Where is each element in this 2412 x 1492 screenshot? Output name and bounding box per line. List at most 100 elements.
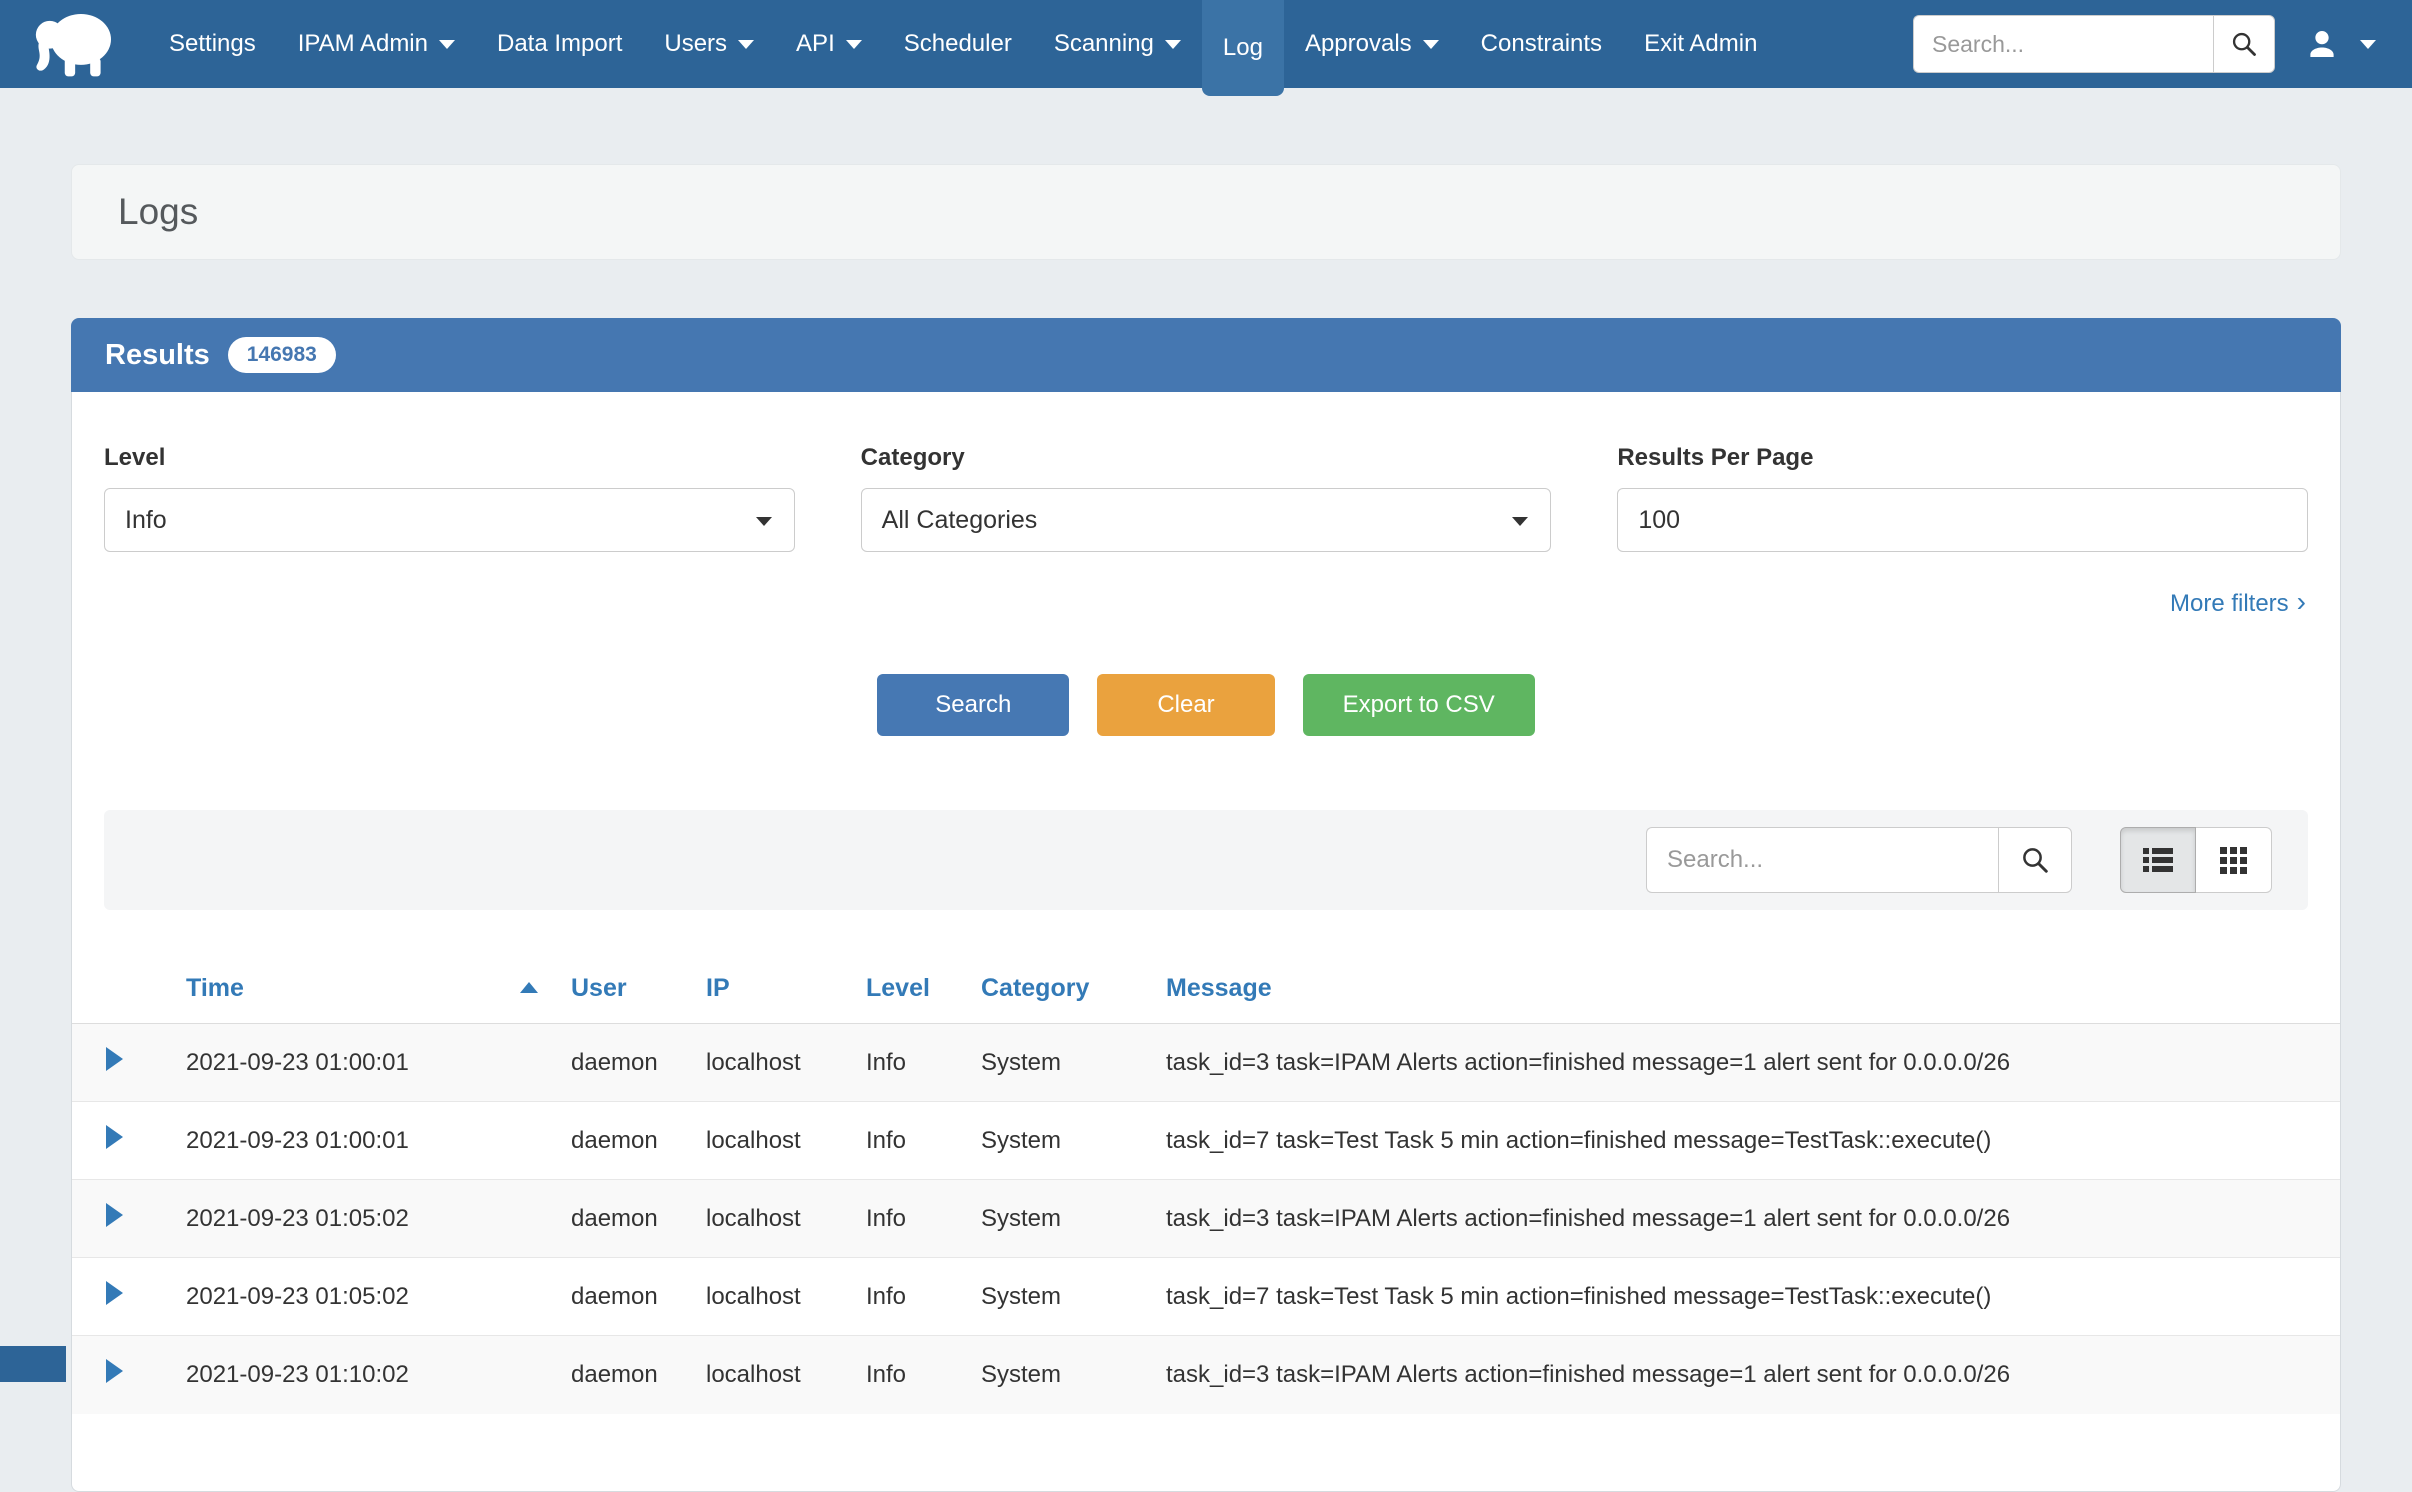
chevron-down-icon bbox=[756, 517, 772, 526]
more-filters-link[interactable]: More filters bbox=[2170, 590, 2289, 617]
nav-item-settings[interactable]: Settings bbox=[148, 0, 277, 88]
nav-item-scheduler[interactable]: Scheduler bbox=[883, 0, 1033, 88]
phpipam-mammoth-logo[interactable] bbox=[0, 0, 148, 88]
expand-row-icon[interactable] bbox=[106, 1125, 123, 1149]
grid-view-icon bbox=[2220, 847, 2247, 874]
cell-user: daemon bbox=[552, 1102, 687, 1180]
cell-ip: localhost bbox=[687, 1336, 847, 1414]
filter-per-page: Results Per Page bbox=[1617, 444, 2308, 552]
nav-item-log[interactable]: Log bbox=[1202, 0, 1284, 96]
footer-strip bbox=[0, 1346, 66, 1382]
cell-level: Info bbox=[847, 1102, 962, 1180]
expand-row-icon[interactable] bbox=[106, 1281, 123, 1305]
more-filters-row: More filters› bbox=[72, 586, 2340, 618]
filters-row: Level Info Category All Categories Resul… bbox=[72, 444, 2340, 552]
list-view-button[interactable] bbox=[2120, 827, 2196, 893]
nav-item-users[interactable]: Users bbox=[643, 0, 775, 88]
export-csv-button[interactable]: Export to CSV bbox=[1303, 674, 1535, 736]
cell-level: Info bbox=[847, 1024, 962, 1102]
actions-row: Search Clear Export to CSV bbox=[72, 674, 2340, 736]
expand-row-icon[interactable] bbox=[106, 1203, 123, 1227]
cell-user: daemon bbox=[552, 1336, 687, 1414]
table-search-group bbox=[1646, 827, 2072, 893]
table-search-input[interactable] bbox=[1646, 827, 1998, 893]
clear-button[interactable]: Clear bbox=[1097, 674, 1274, 736]
nav-item-approvals[interactable]: Approvals bbox=[1284, 0, 1460, 88]
cell-level: Info bbox=[847, 1180, 962, 1258]
table-search-button[interactable] bbox=[1998, 827, 2072, 893]
category-select[interactable]: All Categories bbox=[861, 488, 1552, 552]
chevron-down-icon bbox=[738, 40, 754, 49]
results-panel-body: Level Info Category All Categories Resul… bbox=[71, 392, 2341, 1492]
cell-message: task_id=3 task=IPAM Alerts action=finish… bbox=[1147, 1024, 2340, 1102]
nav-item-exit-admin[interactable]: Exit Admin bbox=[1623, 0, 1778, 88]
category-label: Category bbox=[861, 444, 1552, 472]
cell-message: task_id=3 task=IPAM Alerts action=finish… bbox=[1147, 1180, 2340, 1258]
cell-level: Info bbox=[847, 1258, 962, 1336]
nav-search-group bbox=[1913, 15, 2275, 73]
nav-item-scanning[interactable]: Scanning bbox=[1033, 0, 1202, 88]
search-icon bbox=[2020, 845, 2050, 875]
chevron-down-icon bbox=[439, 40, 455, 49]
cell-message: task_id=7 task=Test Task 5 min action=fi… bbox=[1147, 1258, 2340, 1336]
cell-category: System bbox=[962, 1336, 1147, 1414]
main-container: Logs Results 146983 Level Info Category bbox=[71, 164, 2341, 1492]
chevron-down-icon bbox=[1512, 517, 1528, 526]
user-menu[interactable] bbox=[2305, 27, 2376, 61]
cell-ip: localhost bbox=[687, 1180, 847, 1258]
results-panel-heading: Results 146983 bbox=[71, 318, 2341, 392]
sort-ascending-icon bbox=[520, 982, 538, 993]
header-category[interactable]: Category bbox=[962, 950, 1147, 1024]
user-icon bbox=[2305, 27, 2339, 61]
level-label: Level bbox=[104, 444, 795, 472]
nav-item-api[interactable]: API bbox=[775, 0, 883, 88]
nav-menu: Settings IPAM Admin Data Import Users AP… bbox=[148, 0, 1778, 88]
cell-level: Info bbox=[847, 1336, 962, 1414]
results-panel: Results 146983 Level Info Category All C… bbox=[71, 318, 2341, 1492]
cell-time: 2021-09-23 01:05:02 bbox=[152, 1180, 552, 1258]
header-time[interactable]: Time bbox=[152, 950, 552, 1024]
nav-right bbox=[1913, 0, 2376, 88]
table-row: 2021-09-23 01:05:02 daemon localhost Inf… bbox=[72, 1258, 2340, 1336]
cell-category: System bbox=[962, 1258, 1147, 1336]
cell-time: 2021-09-23 01:00:01 bbox=[152, 1024, 552, 1102]
per-page-label: Results Per Page bbox=[1617, 444, 2308, 472]
grid-view-button[interactable] bbox=[2196, 827, 2272, 893]
header-user[interactable]: User bbox=[552, 950, 687, 1024]
nav-item-constraints[interactable]: Constraints bbox=[1460, 0, 1623, 88]
cell-time: 2021-09-23 01:10:02 bbox=[152, 1336, 552, 1414]
table-row: 2021-09-23 01:10:02 daemon localhost Inf… bbox=[72, 1336, 2340, 1414]
table-toolbar bbox=[104, 810, 2308, 910]
navbar: Settings IPAM Admin Data Import Users AP… bbox=[0, 0, 2412, 88]
cell-ip: localhost bbox=[687, 1102, 847, 1180]
category-select-value: All Categories bbox=[882, 506, 1038, 535]
level-select-value: Info bbox=[125, 506, 167, 535]
nav-search-button[interactable] bbox=[2213, 15, 2275, 73]
cell-user: daemon bbox=[552, 1258, 687, 1336]
expand-row-icon[interactable] bbox=[106, 1047, 123, 1071]
cell-time: 2021-09-23 01:05:02 bbox=[152, 1258, 552, 1336]
cell-user: daemon bbox=[552, 1024, 687, 1102]
header-ip[interactable]: IP bbox=[687, 950, 847, 1024]
nav-item-data-import[interactable]: Data Import bbox=[476, 0, 643, 88]
level-select[interactable]: Info bbox=[104, 488, 795, 552]
search-button[interactable]: Search bbox=[877, 674, 1069, 736]
page-title-panel: Logs bbox=[71, 164, 2341, 260]
expand-row-icon[interactable] bbox=[106, 1359, 123, 1383]
header-expand bbox=[72, 950, 152, 1024]
per-page-input[interactable] bbox=[1617, 488, 2308, 552]
search-icon bbox=[2230, 30, 2258, 58]
mammoth-icon bbox=[30, 7, 118, 81]
table-header-row: Time User IP Level Category Message bbox=[72, 950, 2340, 1024]
cell-message: task_id=3 task=IPAM Alerts action=finish… bbox=[1147, 1336, 2340, 1414]
table-row: 2021-09-23 01:00:01 daemon localhost Inf… bbox=[72, 1024, 2340, 1102]
table-row: 2021-09-23 01:00:01 daemon localhost Inf… bbox=[72, 1102, 2340, 1180]
log-table: Time User IP Level Category Message 2021… bbox=[72, 950, 2340, 1414]
header-message[interactable]: Message bbox=[1147, 950, 2340, 1024]
nav-item-ipam-admin[interactable]: IPAM Admin bbox=[277, 0, 476, 88]
header-level[interactable]: Level bbox=[847, 950, 962, 1024]
filter-category: Category All Categories bbox=[861, 444, 1552, 552]
cell-ip: localhost bbox=[687, 1258, 847, 1336]
chevron-down-icon bbox=[846, 40, 862, 49]
nav-search-input[interactable] bbox=[1913, 15, 2213, 73]
